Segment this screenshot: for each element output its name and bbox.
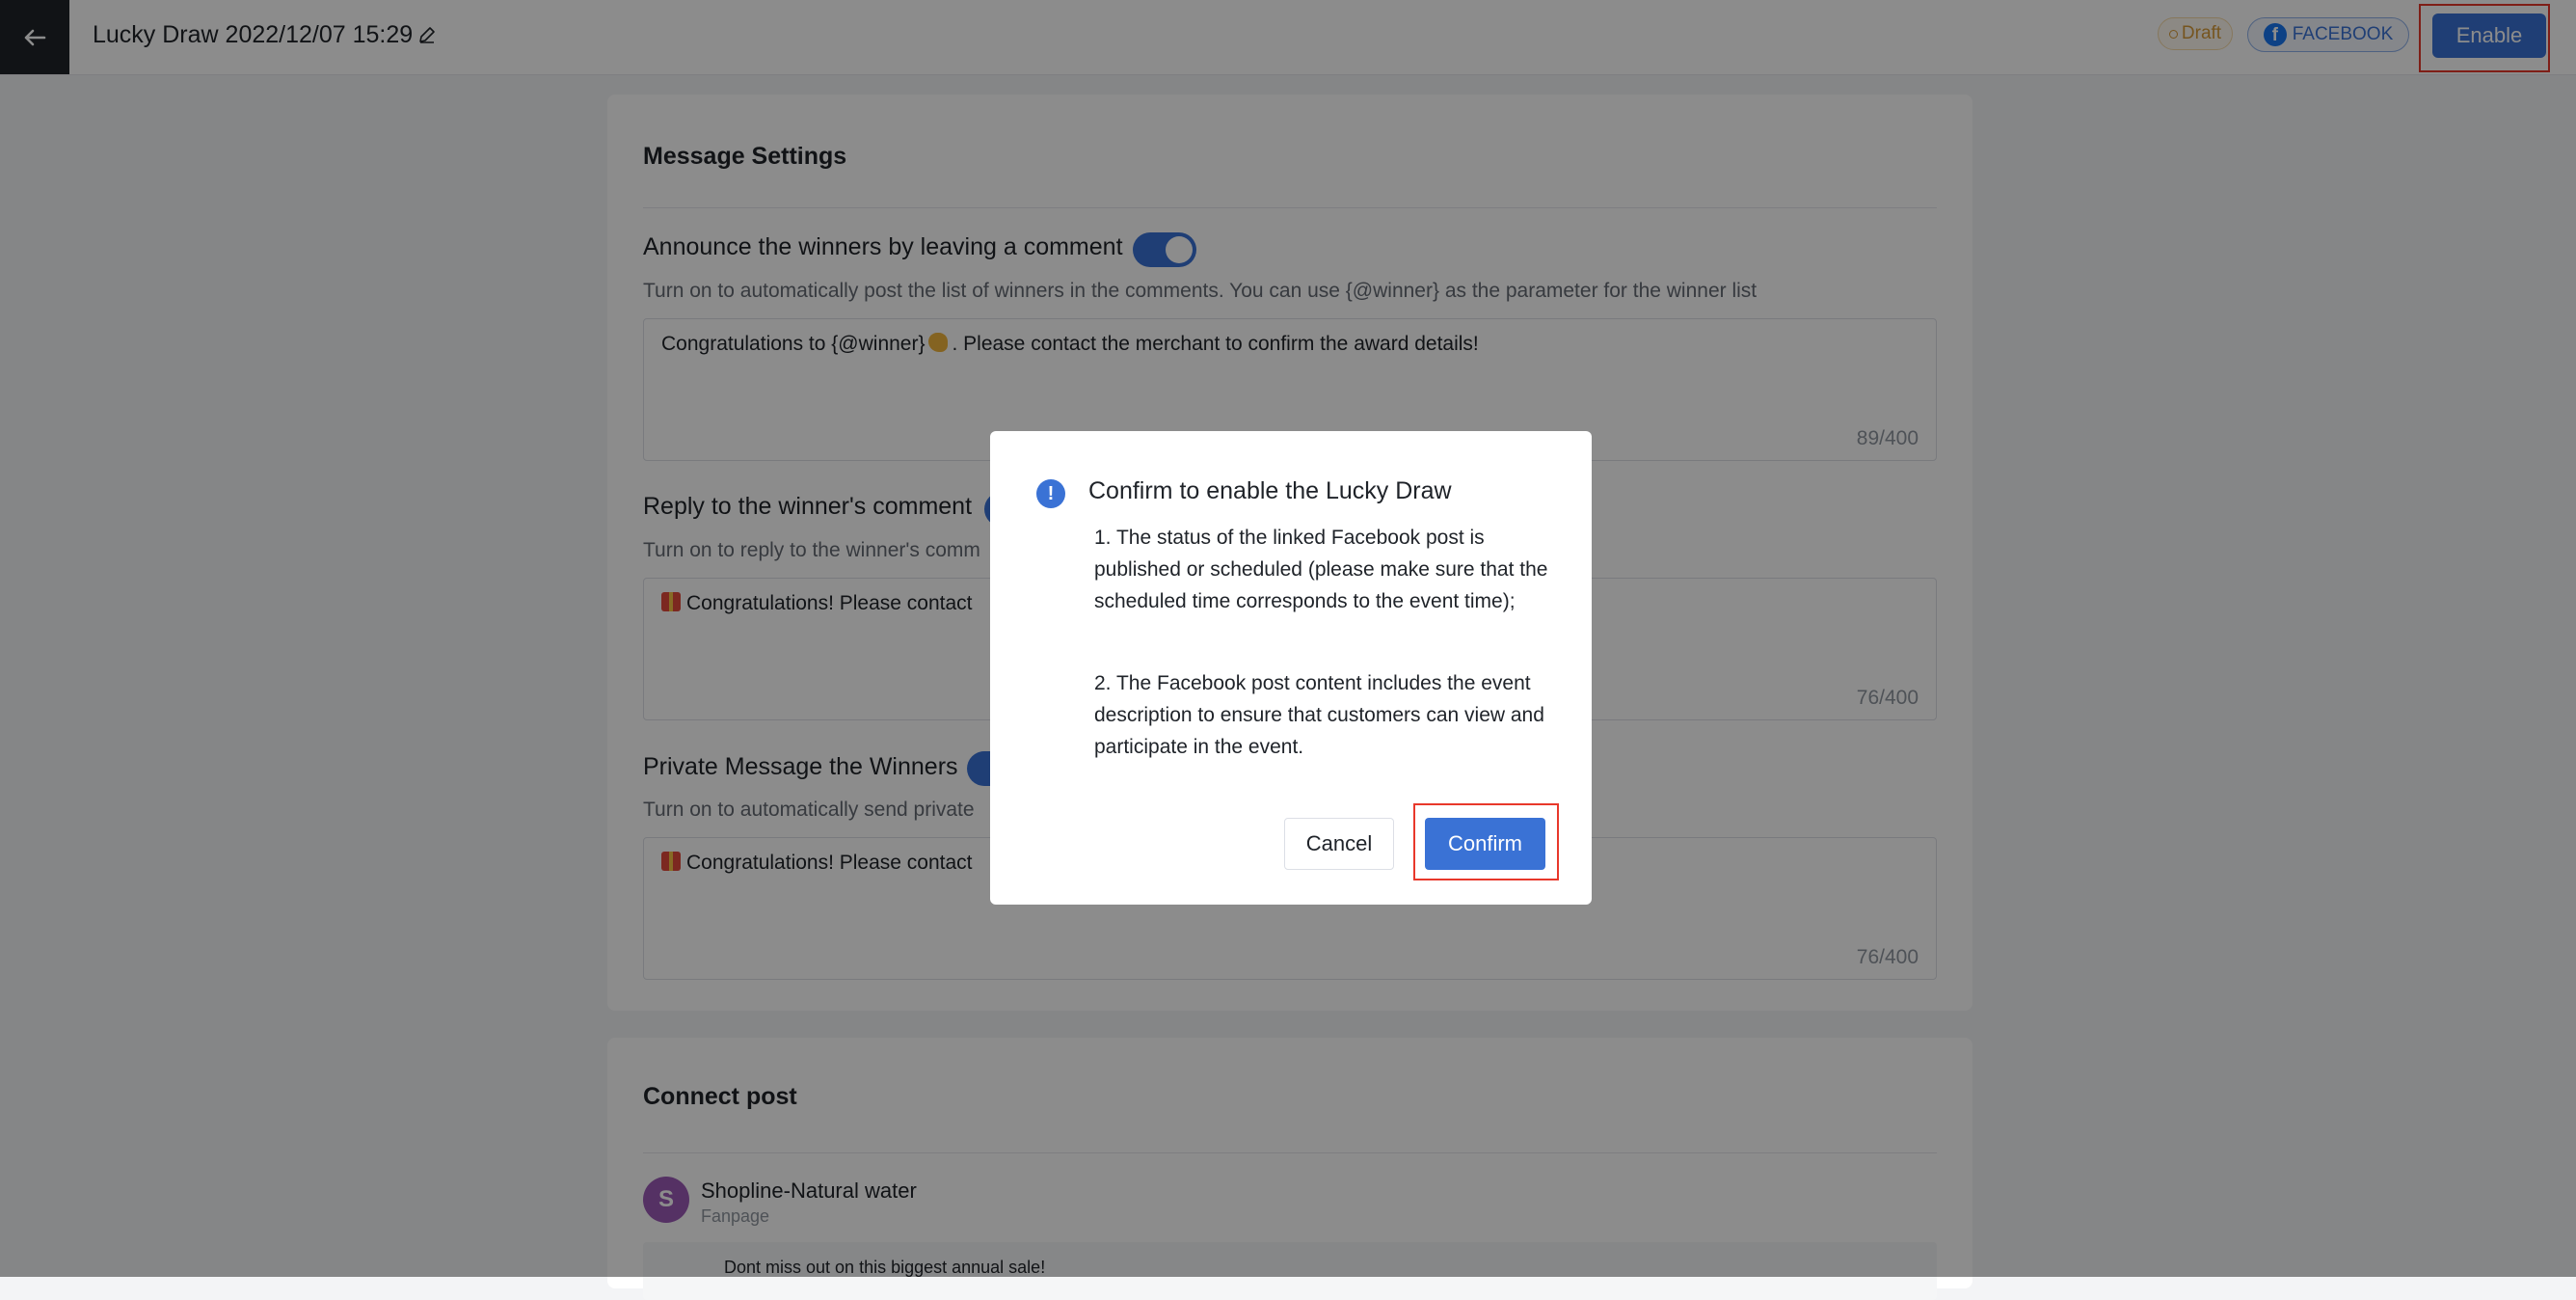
dialog-title: Confirm to enable the Lucky Draw <box>1088 477 1452 504</box>
dialog-item-2: 2. The Facebook post content includes th… <box>1094 672 1544 758</box>
cancel-button[interactable]: Cancel <box>1284 818 1394 870</box>
dialog-item-1: 1. The status of the linked Facebook pos… <box>1094 527 1548 612</box>
confirm-dialog: ! Confirm to enable the Lucky Draw 1. Th… <box>990 431 1592 905</box>
info-icon: ! <box>1036 479 1065 508</box>
confirm-button-highlight <box>1413 803 1559 880</box>
